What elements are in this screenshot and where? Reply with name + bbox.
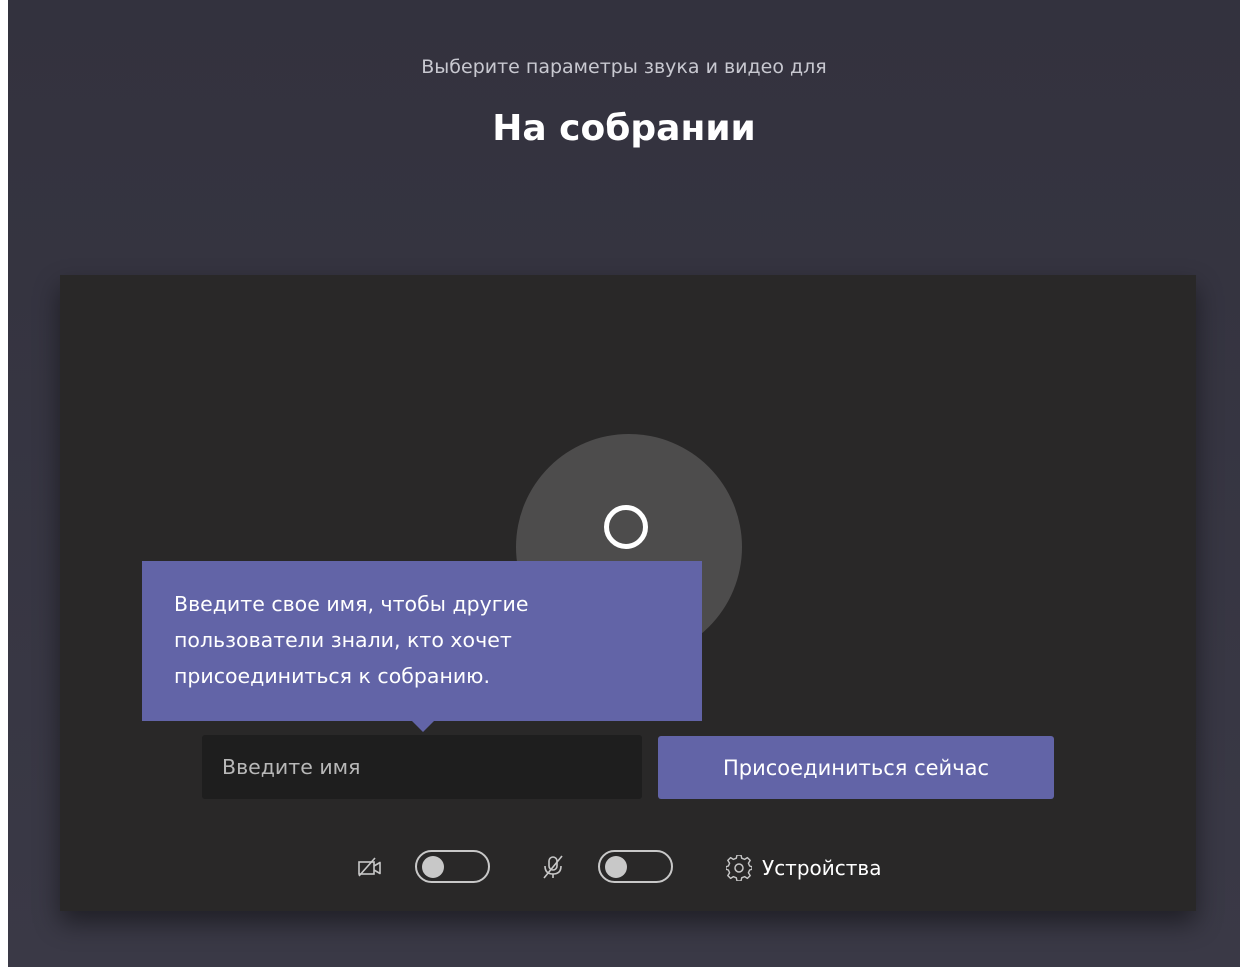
tooltip-line: присоединиться к собранию. <box>174 664 490 688</box>
mic-toggle[interactable] <box>598 850 673 883</box>
camera-toggle[interactable] <box>415 850 490 883</box>
camera-off-icon <box>358 857 381 877</box>
tooltip-arrow <box>411 720 435 732</box>
prejoin-screen: Выберите параметры звука и видео для На … <box>8 0 1240 967</box>
video-preview-panel: Введите свое имя, чтобы другие пользоват… <box>60 275 1196 911</box>
tooltip-line: Введите свое имя, чтобы другие <box>174 592 529 616</box>
mic-toggle-knob <box>605 855 627 878</box>
camera-toggle-knob <box>422 855 444 878</box>
tooltip-line: пользователи знали, кто хочет <box>174 628 512 652</box>
page-subtitle: Выберите параметры звука и видео для <box>421 56 827 78</box>
loading-spinner-icon <box>604 505 648 549</box>
gear-icon <box>726 855 752 881</box>
name-input[interactable] <box>202 735 642 799</box>
device-settings-button[interactable]: Устройства <box>726 850 881 886</box>
join-now-button[interactable]: Присоединиться сейчас <box>658 736 1054 799</box>
page-title: На собрании <box>492 108 756 149</box>
name-hint-tooltip: Введите свое имя, чтобы другие пользоват… <box>142 561 702 721</box>
mic-off-icon <box>543 855 563 879</box>
device-settings-label: Устройства <box>762 856 882 880</box>
